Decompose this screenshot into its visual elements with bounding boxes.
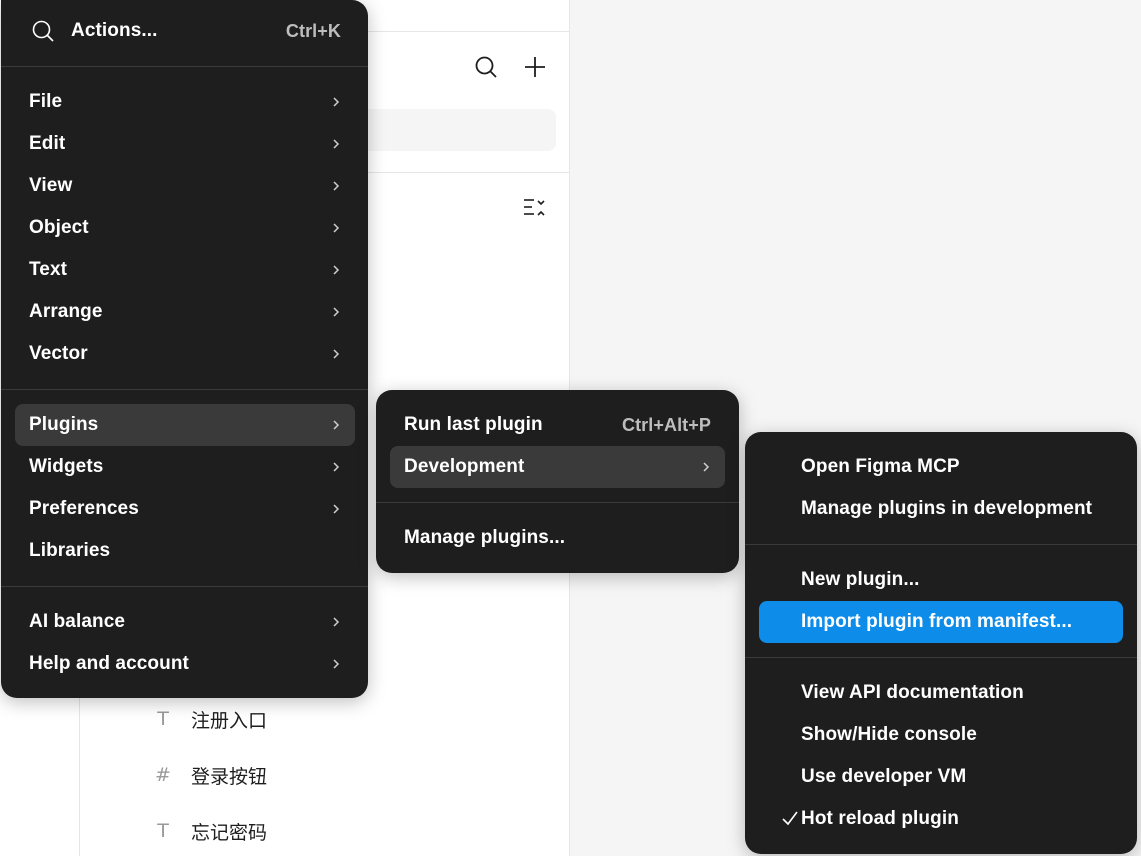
divider xyxy=(376,502,739,503)
menu-item-label: Manage plugins... xyxy=(404,527,566,548)
divider xyxy=(745,544,1137,545)
menu-item-text[interactable]: Text xyxy=(15,249,355,291)
layer-name: 忘记密码 xyxy=(191,821,268,844)
menu-item-label: View xyxy=(29,175,73,196)
use-developer-vm-item[interactable]: Use developer VM xyxy=(759,756,1123,798)
chevron-right-icon xyxy=(329,222,343,234)
layer-row[interactable]: T 注册入口 xyxy=(152,704,267,734)
divider xyxy=(1,586,368,587)
frame-icon: # xyxy=(155,764,171,786)
chevron-right-icon xyxy=(329,419,343,431)
menu-item-label: View API documentation xyxy=(801,682,1024,703)
menu-item-label: Import plugin from manifest... xyxy=(801,611,1073,632)
menu-item-label: New plugin... xyxy=(801,569,920,590)
manage-plugins-item[interactable]: Manage plugins... xyxy=(390,517,725,559)
hot-reload-plugin-item[interactable]: Hot reload plugin xyxy=(759,798,1123,840)
divider xyxy=(1,66,368,67)
menu-item-label: Use developer VM xyxy=(801,766,967,787)
search-icon[interactable] xyxy=(474,55,498,79)
search-icon xyxy=(31,19,55,43)
manage-plugins-in-development-item[interactable]: Manage plugins in development xyxy=(759,488,1123,530)
menu-item-label: File xyxy=(29,91,63,112)
menu-item-libraries[interactable]: Libraries xyxy=(15,530,355,572)
main-menu: Actions... Ctrl+K File Edit View Object … xyxy=(1,0,368,698)
menu-item-view[interactable]: View xyxy=(15,165,355,207)
collapse-layers-icon[interactable] xyxy=(523,197,547,219)
menu-item-label: Hot reload plugin xyxy=(801,808,959,829)
layer-row[interactable]: # 登录按钮 xyxy=(152,760,267,790)
divider xyxy=(1,389,368,390)
chevron-right-icon xyxy=(329,348,343,360)
divider xyxy=(360,172,570,173)
menu-item-label: Vector xyxy=(29,343,88,364)
chevron-right-icon xyxy=(329,96,343,108)
menu-item-arrange[interactable]: Arrange xyxy=(15,291,355,333)
new-plugin-item[interactable]: New plugin... xyxy=(759,559,1123,601)
show-hide-console-item[interactable]: Show/Hide console xyxy=(759,714,1123,756)
menu-item-label: Text xyxy=(29,259,68,280)
menu-item-preferences[interactable]: Preferences xyxy=(15,488,355,530)
chevron-right-icon xyxy=(329,180,343,192)
development-submenu: Open Figma MCP Manage plugins in develop… xyxy=(745,432,1137,854)
menu-item-label: Arrange xyxy=(29,301,103,322)
menu-item-label: Run last plugin xyxy=(404,414,543,435)
actions-label: Actions... xyxy=(71,20,158,41)
chevron-right-icon xyxy=(329,264,343,276)
menu-item-label: AI balance xyxy=(29,611,126,632)
chevron-right-icon xyxy=(329,306,343,318)
chevron-right-icon xyxy=(329,616,343,628)
plugins-submenu: Run last plugin Ctrl+Alt+P Development M… xyxy=(376,390,739,573)
menu-item-vector[interactable]: Vector xyxy=(15,333,355,375)
menu-item-ai-balance[interactable]: AI balance xyxy=(15,601,355,643)
chevron-right-icon xyxy=(329,658,343,670)
import-plugin-from-manifest-item[interactable]: Import plugin from manifest... xyxy=(759,601,1123,643)
menu-item-help-and-account[interactable]: Help and account xyxy=(15,643,355,685)
view-api-documentation-item[interactable]: View API documentation xyxy=(759,672,1123,714)
menu-item-label: Show/Hide console xyxy=(801,724,977,745)
menu-item-file[interactable]: File xyxy=(15,81,355,123)
divider xyxy=(360,31,570,32)
menu-item-label: Libraries xyxy=(29,540,111,561)
menu-item-label: Open Figma MCP xyxy=(801,456,960,477)
menu-item-label: Development xyxy=(404,456,525,477)
text-icon: T xyxy=(157,820,169,842)
run-last-plugin-item[interactable]: Run last plugin Ctrl+Alt+P xyxy=(390,404,725,446)
menu-item-label: Preferences xyxy=(29,498,139,519)
open-figma-mcp-item[interactable]: Open Figma MCP xyxy=(759,446,1123,488)
text-icon: T xyxy=(157,708,169,730)
layer-name: 注册入口 xyxy=(191,709,268,732)
menu-item-label: Help and account xyxy=(29,653,189,674)
search-input[interactable] xyxy=(356,109,556,151)
menu-item-widgets[interactable]: Widgets xyxy=(15,446,355,488)
actions-search[interactable]: Actions... Ctrl+K xyxy=(15,10,355,52)
menu-item-edit[interactable]: Edit xyxy=(15,123,355,165)
layer-name: 登录按钮 xyxy=(191,765,268,788)
chevron-right-icon xyxy=(329,138,343,150)
menu-item-label: Edit xyxy=(29,133,66,154)
menu-item-label: Widgets xyxy=(29,456,104,477)
menu-item-label: Plugins xyxy=(29,414,99,435)
chevron-right-icon xyxy=(329,461,343,473)
layer-row[interactable]: T 忘记密码 xyxy=(152,816,267,846)
menu-item-plugins[interactable]: Plugins xyxy=(15,404,355,446)
checkmark-icon xyxy=(781,809,799,833)
divider xyxy=(745,657,1137,658)
shortcut: Ctrl+K xyxy=(285,20,341,41)
menu-item-label: Object xyxy=(29,217,89,238)
chevron-right-icon xyxy=(329,503,343,515)
shortcut: Ctrl+Alt+P xyxy=(621,414,711,435)
development-item[interactable]: Development xyxy=(390,446,725,488)
menu-item-label: Manage plugins in development xyxy=(801,498,1093,519)
chevron-right-icon xyxy=(699,461,713,473)
menu-item-object[interactable]: Object xyxy=(15,207,355,249)
plus-icon[interactable] xyxy=(523,55,547,79)
